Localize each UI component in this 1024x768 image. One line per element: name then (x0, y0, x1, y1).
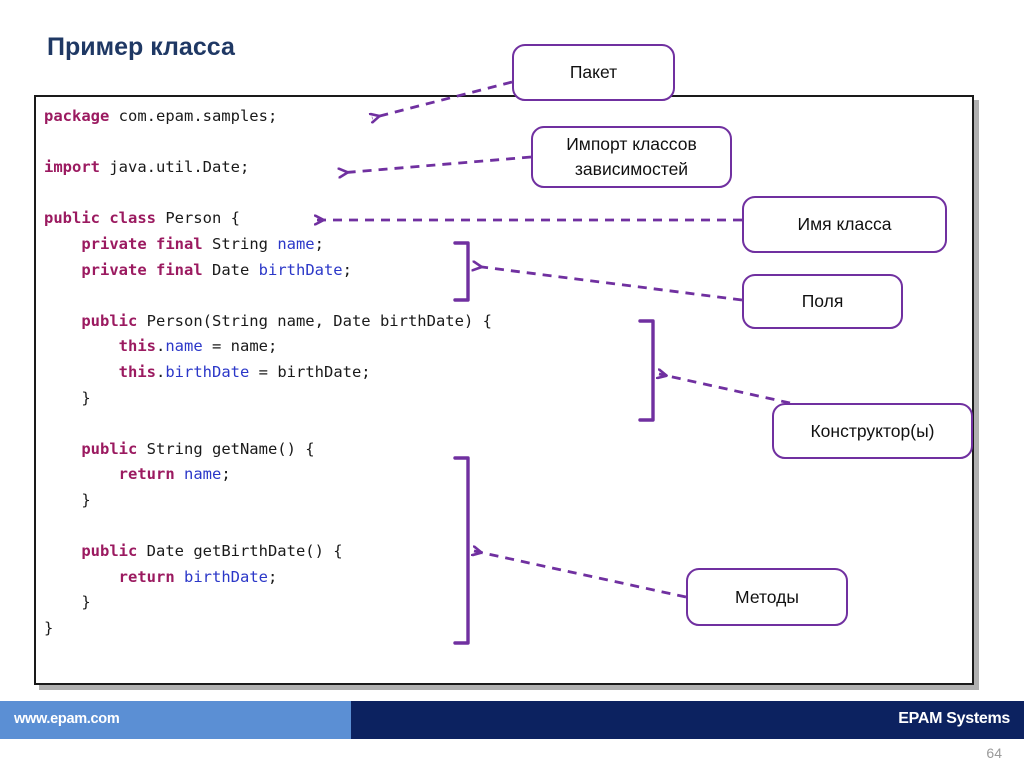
code-token: String getName() { (137, 439, 315, 458)
code-token: Date (202, 260, 259, 279)
callout-constructors-label: Конструктор(ы) (810, 420, 935, 441)
code-token: } (44, 593, 91, 612)
callout-methods-label: Методы (735, 586, 799, 607)
code-token: ; (314, 234, 324, 253)
code-token: public class (44, 209, 156, 228)
callout-constructors[interactable]: Конструктор(ы) (772, 403, 973, 459)
code-token: name (184, 465, 222, 484)
callout-methods[interactable]: Методы (686, 568, 848, 626)
slide-canvas: Пример класса package com.epam.samples; … (0, 0, 1024, 768)
callout-imports-label: Импорт классов зависимостей (566, 134, 697, 179)
code-token: ; (342, 260, 352, 279)
code-token: ; (268, 567, 278, 586)
callout-package-label: Пакет (569, 62, 618, 82)
code-token: return (118, 567, 175, 586)
code-token: name (277, 234, 315, 253)
code-token: package (44, 107, 110, 125)
footer-website-link[interactable]: www.epam.com (14, 711, 120, 727)
code-token: public (81, 311, 138, 330)
code-token: name (165, 337, 203, 356)
callout-fields[interactable]: Поля (742, 274, 903, 329)
code-token: public (81, 439, 138, 458)
code-token: private final (81, 260, 203, 279)
code-token: String (202, 234, 278, 253)
code-token: } (44, 490, 91, 509)
code-token: java.util.Date; (100, 158, 250, 177)
page-number: 64 (986, 745, 1002, 761)
code-token: private final (81, 234, 203, 253)
code-token: Date getBirthDate() { (137, 542, 343, 561)
code-block: package com.epam.samples; import java.ut… (44, 104, 492, 641)
code-token: Person(String name, Date birthDate) { (137, 311, 492, 330)
code-token: return (118, 465, 175, 484)
code-token: } (44, 388, 91, 407)
callout-package[interactable]: Пакет (512, 44, 675, 101)
callout-fields-label: Поля (801, 291, 844, 311)
code-token: = birthDate; (249, 362, 371, 381)
code-token: import (44, 158, 100, 177)
code-token: this (118, 337, 156, 356)
page-title: Пример класса (47, 33, 235, 61)
code-token: birthDate (165, 362, 250, 381)
code-token: ; (221, 465, 231, 484)
code-token: . (155, 337, 166, 356)
code-token: Person { (155, 209, 240, 228)
callout-class-name[interactable]: Имя класса (742, 196, 947, 253)
callout-imports[interactable]: Импорт классов зависимостей (531, 126, 732, 188)
code-token: public (81, 542, 138, 561)
callout-class-name-label: Имя класса (797, 214, 892, 234)
code-token: . (155, 362, 166, 381)
code-token: com.epam.samples; (109, 107, 278, 125)
code-token: this (118, 362, 156, 381)
code-token: } (44, 618, 54, 637)
code-token: birthDate (184, 567, 268, 586)
code-token: = name; (202, 337, 278, 356)
code-token: birthDate (258, 260, 343, 279)
footer-brand-label: EPAM Systems (898, 710, 1010, 727)
